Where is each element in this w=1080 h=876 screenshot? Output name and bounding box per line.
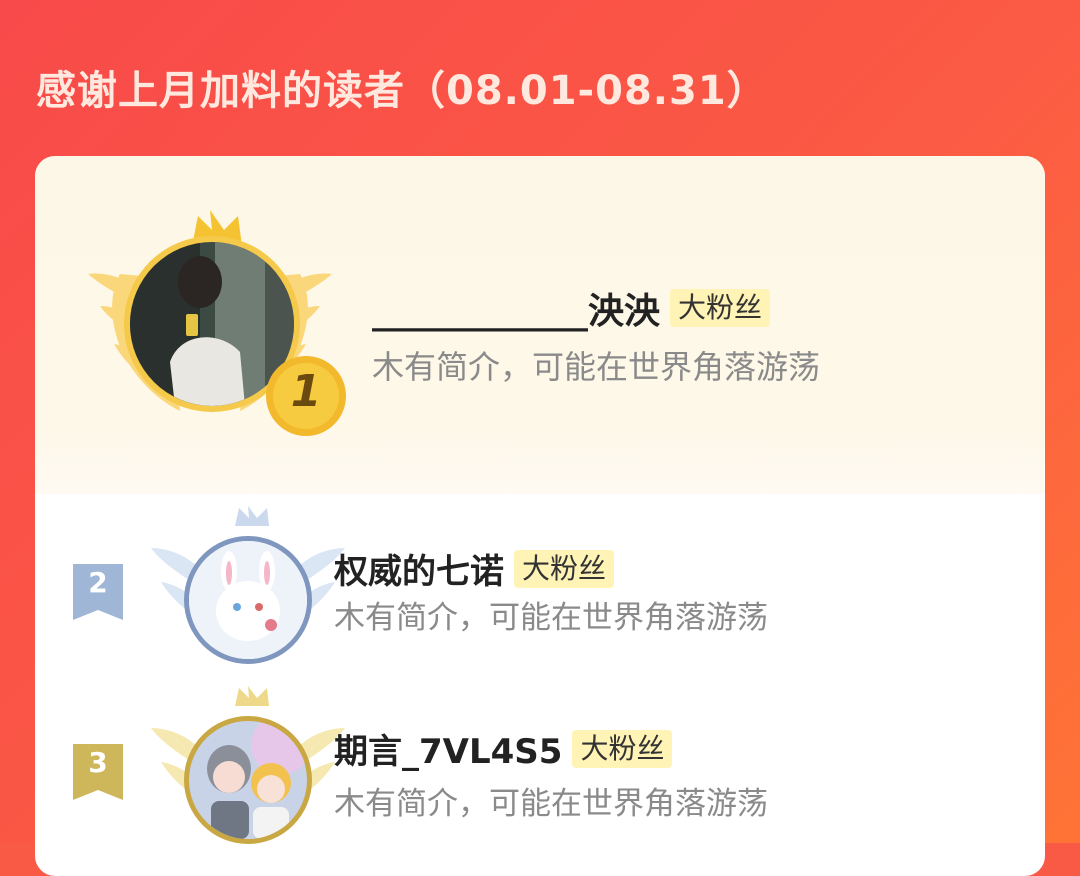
fan-level-badge: 大粉丝 [670, 289, 771, 327]
rank-number: 2 [88, 566, 108, 599]
reader-name[interactable]: 权威的七诺 [334, 544, 504, 593]
page-title: 感谢上月加料的读者（08.01-08.31） [36, 68, 768, 114]
avatar-cartoon-icon [189, 541, 307, 659]
reader-name-row: 权威的七诺 大粉丝 [334, 544, 615, 593]
crown-icon [235, 686, 269, 706]
fan-level-badge: 大粉丝 [572, 729, 673, 768]
crown-icon [235, 506, 269, 526]
silver-badge [143, 506, 353, 666]
medal-icon: 1 [264, 354, 348, 438]
rank-number: 1 [290, 366, 322, 417]
reader-name-row: 期言_7VL4S5 大粉丝 [334, 724, 673, 773]
reader-name[interactable]: 期言_7VL4S5 [334, 724, 562, 773]
rank-number: 3 [88, 746, 108, 779]
avatar[interactable] [189, 721, 307, 839]
avatar[interactable] [189, 541, 307, 659]
avatar-couple-icon [189, 721, 307, 839]
page: 感谢上月加料的读者（08.01-08.31） 1 ____________泱泱 … [0, 0, 1080, 876]
fan-level-badge: 大粉丝 [514, 549, 615, 588]
reader-bio: 木有简介，可能在世界角落游荡 [334, 600, 768, 636]
rank-ribbon-icon: 2 [73, 564, 123, 620]
bronze-badge [143, 686, 353, 846]
reader-ranking-card: 1 ____________泱泱 大粉丝 木有简介，可能在世界角落游荡 2 权威… [35, 156, 1045, 876]
gold-badge: 1 [80, 206, 346, 446]
reader-name[interactable]: ____________泱泱 [372, 282, 660, 334]
rank-ribbon-icon: 3 [73, 744, 123, 800]
reader-bio: 木有简介，可能在世界角落游荡 [334, 786, 768, 822]
reader-name-row: ____________泱泱 大粉丝 [372, 282, 771, 334]
reader-bio: 木有简介，可能在世界角落游荡 [372, 348, 821, 386]
